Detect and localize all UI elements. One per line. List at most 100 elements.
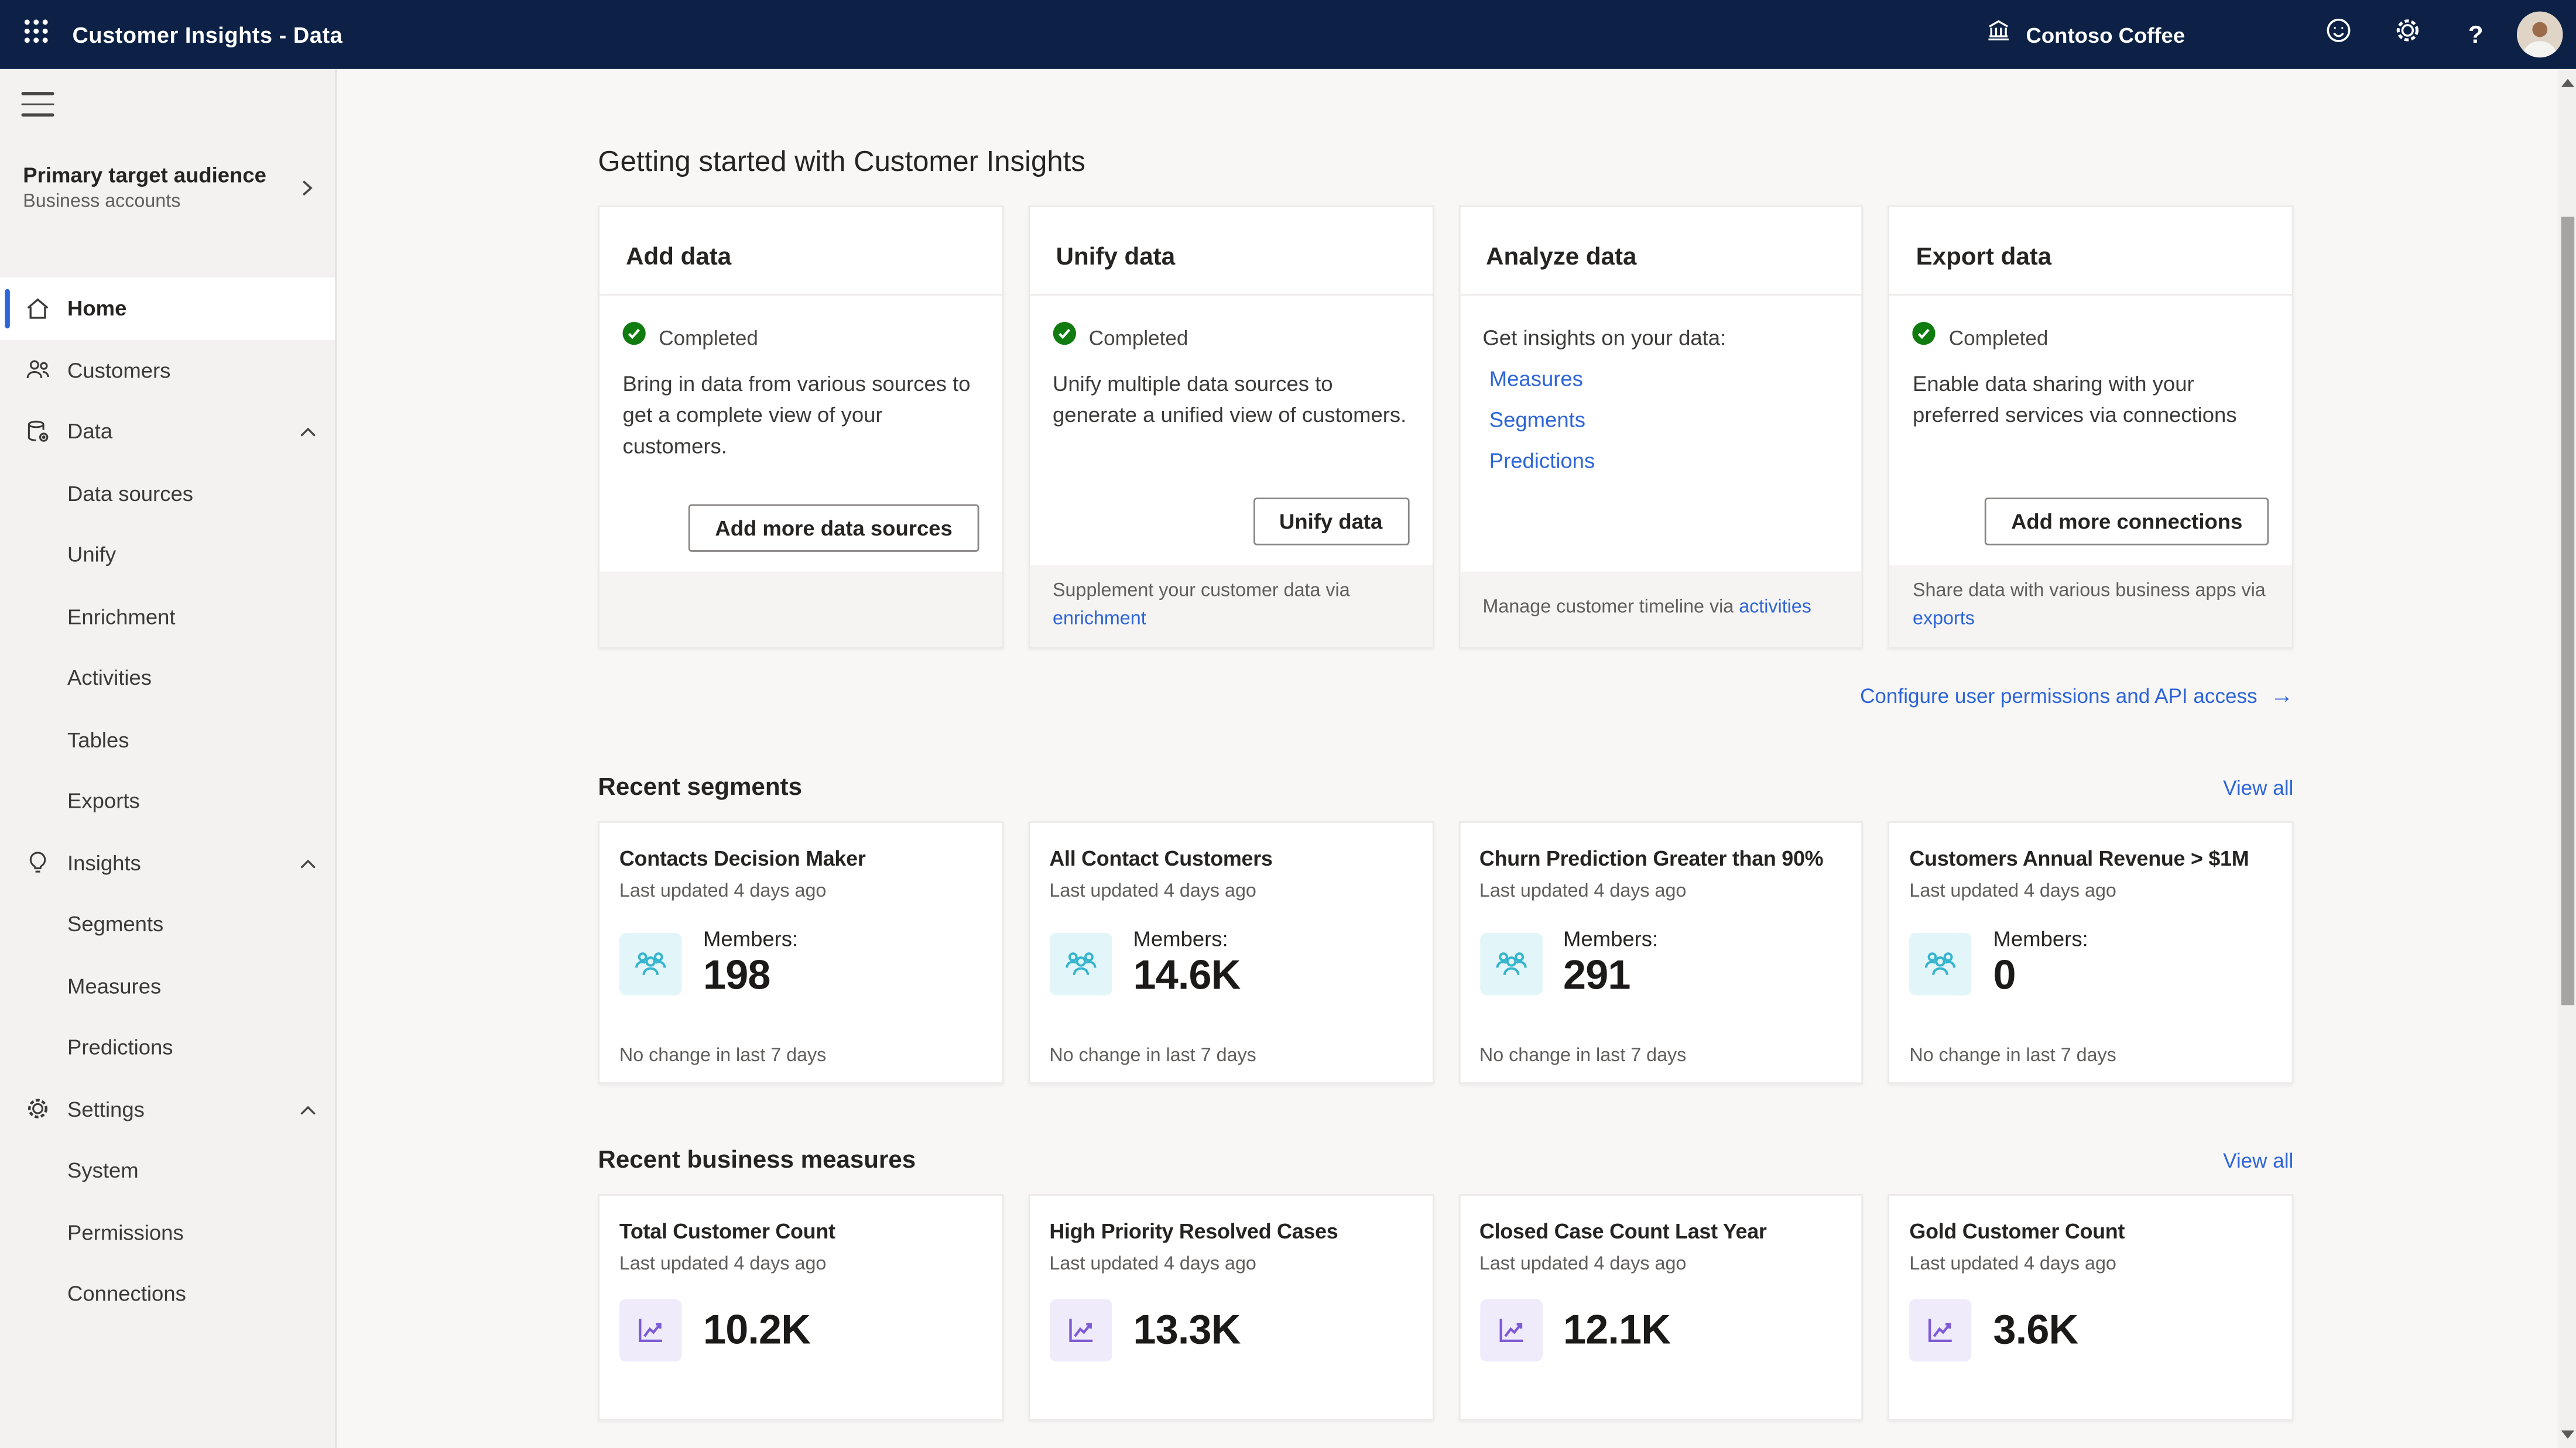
exports-link[interactable]: exports xyxy=(1913,606,2269,634)
people-group-icon xyxy=(1909,932,1972,994)
segments-view-all-link[interactable]: View all xyxy=(2223,777,2293,800)
footer-text: Supplement your customer data via xyxy=(1053,577,1409,605)
sidebar-item-home[interactable]: Home xyxy=(0,277,335,339)
card-add-data: Add data Completed Bring in data from va… xyxy=(598,205,1003,649)
feedback-button[interactable] xyxy=(2303,0,2372,69)
card-footer: Share data with various business apps vi… xyxy=(1890,564,2292,647)
page-title: Getting started with Customer Insights xyxy=(598,145,2293,179)
members-count: 14.6K xyxy=(1133,953,1241,1000)
measure-card-gold-customer-count[interactable]: Gold Customer Count Last updated 4 days … xyxy=(1888,1194,2293,1420)
status-text: Completed xyxy=(659,326,758,349)
sidebar-item-settings[interactable]: Settings xyxy=(0,1078,335,1140)
audience-subtitle: Business accounts xyxy=(23,192,312,212)
sidebar-item-data-sources[interactable]: Data sources xyxy=(0,462,335,524)
sidebar-item-connections[interactable]: Connections xyxy=(0,1263,335,1325)
settings-button[interactable] xyxy=(2372,0,2441,69)
sidebar-item-tables[interactable]: Tables xyxy=(0,709,335,770)
avatar[interactable] xyxy=(2517,12,2563,58)
configure-permissions-link[interactable]: Configure user permissions and API acces… xyxy=(1860,685,2293,708)
gear-icon xyxy=(2393,16,2421,53)
measure-card-total-customer-count[interactable]: Total Customer Count Last updated 4 days… xyxy=(598,1194,1003,1420)
members-count: 0 xyxy=(1993,953,2088,1000)
status-row: Completed xyxy=(1053,322,1409,353)
measures-view-all-link[interactable]: View all xyxy=(2223,1150,2293,1172)
segments-link[interactable]: Segments xyxy=(1489,407,1839,432)
segment-card-all-contact-customers[interactable]: All Contact Customers Last updated 4 day… xyxy=(1028,821,1433,1084)
scrollbar-track[interactable] xyxy=(2558,69,2576,1448)
unify-data-button[interactable]: Unify data xyxy=(1253,497,1409,544)
audience-switcher[interactable]: Primary target audience Business account… xyxy=(23,163,312,212)
status-row: Completed xyxy=(1913,322,2269,353)
measure-card-closed-case-count[interactable]: Closed Case Count Last Year Last updated… xyxy=(1458,1194,1863,1420)
section-title: Recent segments xyxy=(598,774,802,802)
line-chart-icon xyxy=(1479,1299,1542,1362)
segment-card-annual-revenue[interactable]: Customers Annual Revenue > $1M Last upda… xyxy=(1888,821,2293,1084)
scrollbar-thumb[interactable] xyxy=(2560,217,2573,1005)
card-export-data: Export data Completed Enable data sharin… xyxy=(1888,205,2293,649)
card-title: Analyze data xyxy=(1460,207,1862,296)
measure-value: 10.2K xyxy=(703,1308,810,1355)
card-footer: Supplement your customer data via enrich… xyxy=(1030,564,1432,647)
sidebar-item-activities[interactable]: Activities xyxy=(0,647,335,709)
status-row: Completed xyxy=(623,322,979,353)
chevron-up-icon[interactable] xyxy=(299,422,317,447)
card-intro: Get insights on your data: xyxy=(1483,325,1839,350)
segment-card-contacts-decision-maker[interactable]: Contacts Decision Maker Last updated 4 d… xyxy=(598,821,1003,1084)
triangle-down-icon xyxy=(2560,1430,2573,1438)
sidebar-item-measures[interactable]: Measures xyxy=(0,955,335,1017)
sidebar-item-predictions[interactable]: Predictions xyxy=(0,1017,335,1078)
sidebar-item-customers[interactable]: Customers xyxy=(0,339,335,400)
activities-link[interactable]: activities xyxy=(1739,598,1811,618)
recent-measures-header: Recent business measures View all xyxy=(598,1147,2293,1175)
add-more-data-sources-button[interactable]: Add more data sources xyxy=(688,504,978,551)
app-launcher-button[interactable] xyxy=(0,0,72,69)
audience-title: Primary target audience xyxy=(23,163,312,187)
main-content: Getting started with Customer Insights A… xyxy=(337,69,2558,1448)
sidebar-item-insights[interactable]: Insights xyxy=(0,832,335,893)
top-bar: Customer Insights - Data Contoso Coffee xyxy=(0,0,2576,69)
footer-text: Share data with various business apps vi… xyxy=(1913,577,2269,605)
environment-picker[interactable]: Contoso Coffee xyxy=(1968,0,2201,69)
enrichment-link[interactable]: enrichment xyxy=(1053,606,1409,634)
segment-cards: Contacts Decision Maker Last updated 4 d… xyxy=(598,821,2293,1084)
measure-cards: Total Customer Count Last updated 4 days… xyxy=(598,1194,2293,1420)
sidebar-item-exports[interactable]: Exports xyxy=(0,770,335,832)
members-count: 291 xyxy=(1563,953,1658,1000)
card-analyze-data: Analyze data Get insights on your data: … xyxy=(1458,205,1863,649)
sidebar-item-enrichment[interactable]: Enrichment xyxy=(0,585,335,647)
sidebar-item-unify[interactable]: Unify xyxy=(0,524,335,585)
hamburger-menu-button[interactable] xyxy=(21,92,54,116)
home-icon xyxy=(23,294,51,322)
help-button[interactable]: ? xyxy=(2441,0,2510,69)
predictions-link[interactable]: Predictions xyxy=(1489,448,1839,473)
footer-text: Manage customer timeline via activities xyxy=(1483,595,1839,623)
card-footer: Manage customer timeline via activities xyxy=(1460,572,1862,647)
section-title: Recent business measures xyxy=(598,1147,916,1175)
card-title: Add data xyxy=(600,207,1002,296)
people-group-icon xyxy=(1049,932,1112,994)
card-unify-data: Unify data Completed Unify multiple data… xyxy=(1028,205,1433,649)
chevron-up-icon[interactable] xyxy=(299,1100,317,1124)
add-more-connections-button[interactable]: Add more connections xyxy=(1985,497,2269,544)
configure-permissions-row: Configure user permissions and API acces… xyxy=(598,682,2293,712)
card-footer xyxy=(600,572,1002,647)
measures-link[interactable]: Measures xyxy=(1489,366,1839,391)
measure-card-high-priority-resolved-cases[interactable]: High Priority Resolved Cases Last update… xyxy=(1028,1194,1433,1420)
app-title: Customer Insights - Data xyxy=(72,22,342,47)
people-icon xyxy=(23,356,51,384)
sidebar-item-segments[interactable]: Segments xyxy=(0,894,335,955)
recent-segments-header: Recent segments View all xyxy=(598,774,2293,802)
people-group-icon xyxy=(1479,932,1542,994)
sidebar-item-data[interactable]: Data xyxy=(0,401,335,462)
segment-card-churn-prediction[interactable]: Churn Prediction Greater than 90% Last u… xyxy=(1458,821,1863,1084)
card-description: Unify multiple data sources to generate … xyxy=(1053,369,1409,431)
chevron-up-icon[interactable] xyxy=(299,853,317,878)
check-circle-icon xyxy=(1053,322,1075,353)
sidebar-item-permissions[interactable]: Permissions xyxy=(0,1202,335,1263)
members-count: 198 xyxy=(703,953,798,1000)
scroll-up-button[interactable] xyxy=(2558,72,2576,93)
card-title: Unify data xyxy=(1030,207,1432,296)
chevron-right-icon xyxy=(297,176,316,205)
sidebar-item-system[interactable]: System xyxy=(0,1140,335,1201)
scroll-down-button[interactable] xyxy=(2558,1423,2576,1444)
